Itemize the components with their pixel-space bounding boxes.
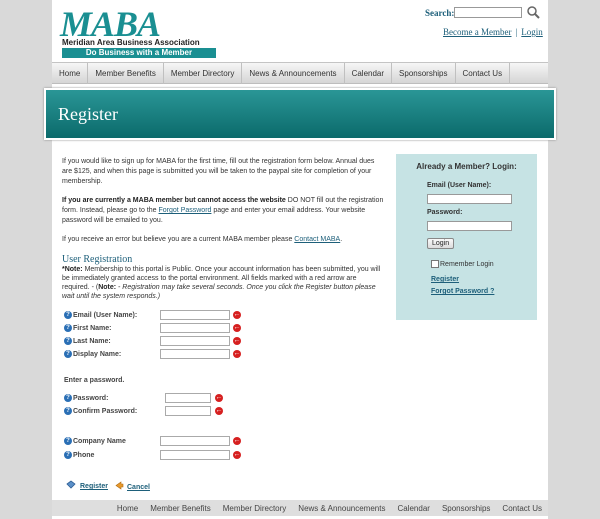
login-box-title: Already a Member? Login:: [416, 162, 517, 171]
note-bold-2: Note:: [98, 284, 117, 291]
footer-contact-us[interactable]: Contact Us: [502, 504, 542, 513]
required-arrow-icon: ←: [233, 451, 241, 459]
required-arrow-icon: ←: [233, 337, 241, 345]
maba-logo[interactable]: MABA Meridian Area Business Association …: [60, 4, 218, 58]
company-field[interactable]: [160, 436, 230, 446]
search-input[interactable]: [454, 7, 522, 18]
email-field[interactable]: [160, 310, 230, 320]
note-bold: *Note:: [62, 266, 83, 273]
error-paragraph: If you receive an error but believe you …: [62, 235, 384, 245]
enter-password-label: Enter a password.: [64, 377, 125, 384]
display-name-label: Display Name:: [73, 351, 122, 358]
required-arrow-icon: ←: [233, 350, 241, 358]
login-email-label: Email (User Name):: [427, 182, 492, 189]
footer-news-announcements[interactable]: News & Announcements: [298, 504, 385, 513]
nav-member-benefits[interactable]: Member Benefits: [88, 63, 164, 84]
help-icon[interactable]: ?: [64, 324, 72, 332]
password-field[interactable]: [165, 393, 211, 403]
become-member-link[interactable]: Become a Member: [443, 27, 511, 37]
help-icon[interactable]: ?: [64, 394, 72, 402]
help-icon[interactable]: ?: [64, 337, 72, 345]
nav-home[interactable]: Home: [52, 63, 89, 84]
first-name-label: First Name:: [73, 325, 112, 332]
footer-member-directory[interactable]: Member Directory: [223, 504, 287, 513]
content-area: If you would like to sign up for MABA fo…: [62, 157, 384, 301]
footer-nav: Home Member Benefits Member Directory Ne…: [52, 500, 548, 516]
nav-member-directory[interactable]: Member Directory: [164, 63, 243, 84]
required-arrow-icon: ←: [233, 437, 241, 445]
footer-home[interactable]: Home: [117, 504, 138, 513]
required-arrow-icon: ←: [233, 311, 241, 319]
required-arrow-icon: ←: [233, 324, 241, 332]
cancel-icon[interactable]: [115, 481, 124, 490]
phone-field[interactable]: [160, 450, 230, 460]
login-button[interactable]: Login: [427, 238, 455, 249]
company-label: Company Name: [73, 438, 126, 445]
remember-login-checkbox[interactable]: [431, 260, 439, 268]
required-arrow-icon: ←: [215, 407, 223, 415]
last-name-field[interactable]: [160, 336, 230, 346]
nav-calendar[interactable]: Calendar: [345, 63, 393, 84]
login-password-label: Password:: [427, 209, 463, 216]
forgot-password-link[interactable]: Forgot Password: [159, 207, 212, 214]
intro-paragraph: If you would like to sign up for MABA fo…: [62, 158, 375, 185]
cancel-button[interactable]: Cancel: [127, 484, 150, 491]
confirm-password-field[interactable]: [165, 406, 211, 416]
login-email-input[interactable]: [427, 194, 512, 204]
footer-sponsorships[interactable]: Sponsorships: [442, 504, 490, 513]
register-button[interactable]: Register: [80, 483, 108, 490]
first-name-field[interactable]: [160, 323, 230, 333]
top-links: Become a Member | Login: [443, 27, 543, 37]
page-banner: Register: [44, 88, 556, 140]
error-text-a: If you receive an error but believe you …: [62, 236, 295, 243]
footer-member-benefits[interactable]: Member Benefits: [150, 504, 210, 513]
password-label: Password:: [73, 395, 109, 402]
help-icon[interactable]: ?: [64, 311, 72, 319]
login-link[interactable]: Login: [521, 27, 543, 37]
logo-association-name: Meridian Area Business Association: [62, 38, 200, 47]
top-link-separator: |: [515, 27, 518, 37]
last-name-label: Last Name:: [73, 338, 111, 345]
logo-tagline: Do Business with a Member: [62, 48, 216, 58]
login-box: Already a Member? Login: Email (User Nam…: [396, 154, 537, 320]
help-icon[interactable]: ?: [64, 437, 72, 445]
help-icon[interactable]: ?: [64, 451, 72, 459]
display-name-field[interactable]: [160, 349, 230, 359]
email-label: Email (User Name):: [73, 312, 138, 319]
error-text-b: .: [340, 236, 343, 243]
help-icon[interactable]: ?: [64, 407, 72, 415]
nav-contact-us[interactable]: Contact Us: [456, 63, 511, 84]
existing-member-paragraph: If you are currently a MABA member but c…: [62, 196, 384, 226]
contact-maba-link[interactable]: Contact MABA: [294, 236, 340, 243]
required-arrow-icon: ←: [215, 394, 223, 402]
search-label: Search:: [425, 8, 455, 18]
user-registration-heading: User Registration: [62, 254, 133, 265]
login-register-link[interactable]: Register: [431, 276, 459, 283]
register-icon[interactable]: [66, 480, 76, 489]
nav-sponsorships[interactable]: Sponsorships: [392, 63, 456, 84]
logo-letters: MABA: [60, 4, 161, 44]
footer-calendar[interactable]: Calendar: [397, 504, 429, 513]
search-icon[interactable]: [526, 5, 540, 19]
phone-label: Phone: [73, 452, 95, 459]
page-title: Register: [58, 104, 118, 124]
login-password-input[interactable]: [427, 221, 512, 231]
remember-login-label: Remember Login: [440, 261, 494, 268]
nav-news-announcements[interactable]: News & Announcements: [242, 63, 345, 84]
existing-member-bold: If you are currently a MABA member but c…: [62, 197, 286, 204]
help-icon[interactable]: ?: [64, 350, 72, 358]
login-forgot-password-link[interactable]: Forgot Password ?: [431, 288, 494, 295]
registration-note: *Note: Membership to this portal is Publ…: [62, 265, 384, 301]
confirm-password-label: Confirm Password:: [73, 408, 138, 415]
main-nav: Home Member Benefits Member Directory Ne…: [52, 62, 548, 84]
